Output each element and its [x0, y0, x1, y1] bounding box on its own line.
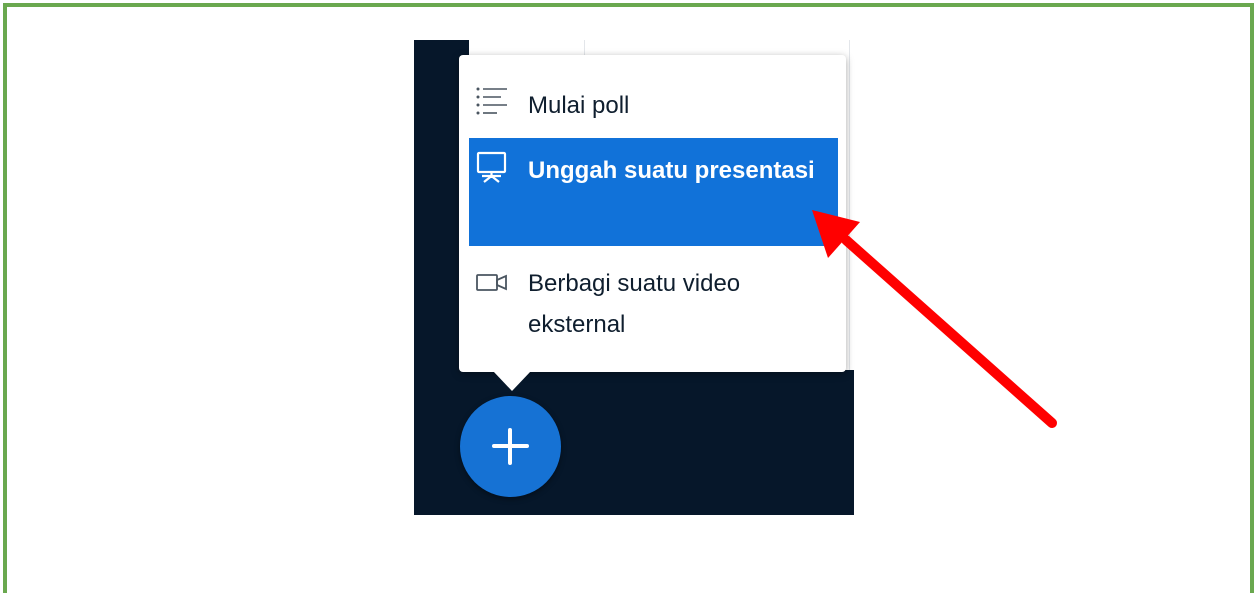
red-arrow-annotation	[812, 210, 1057, 428]
